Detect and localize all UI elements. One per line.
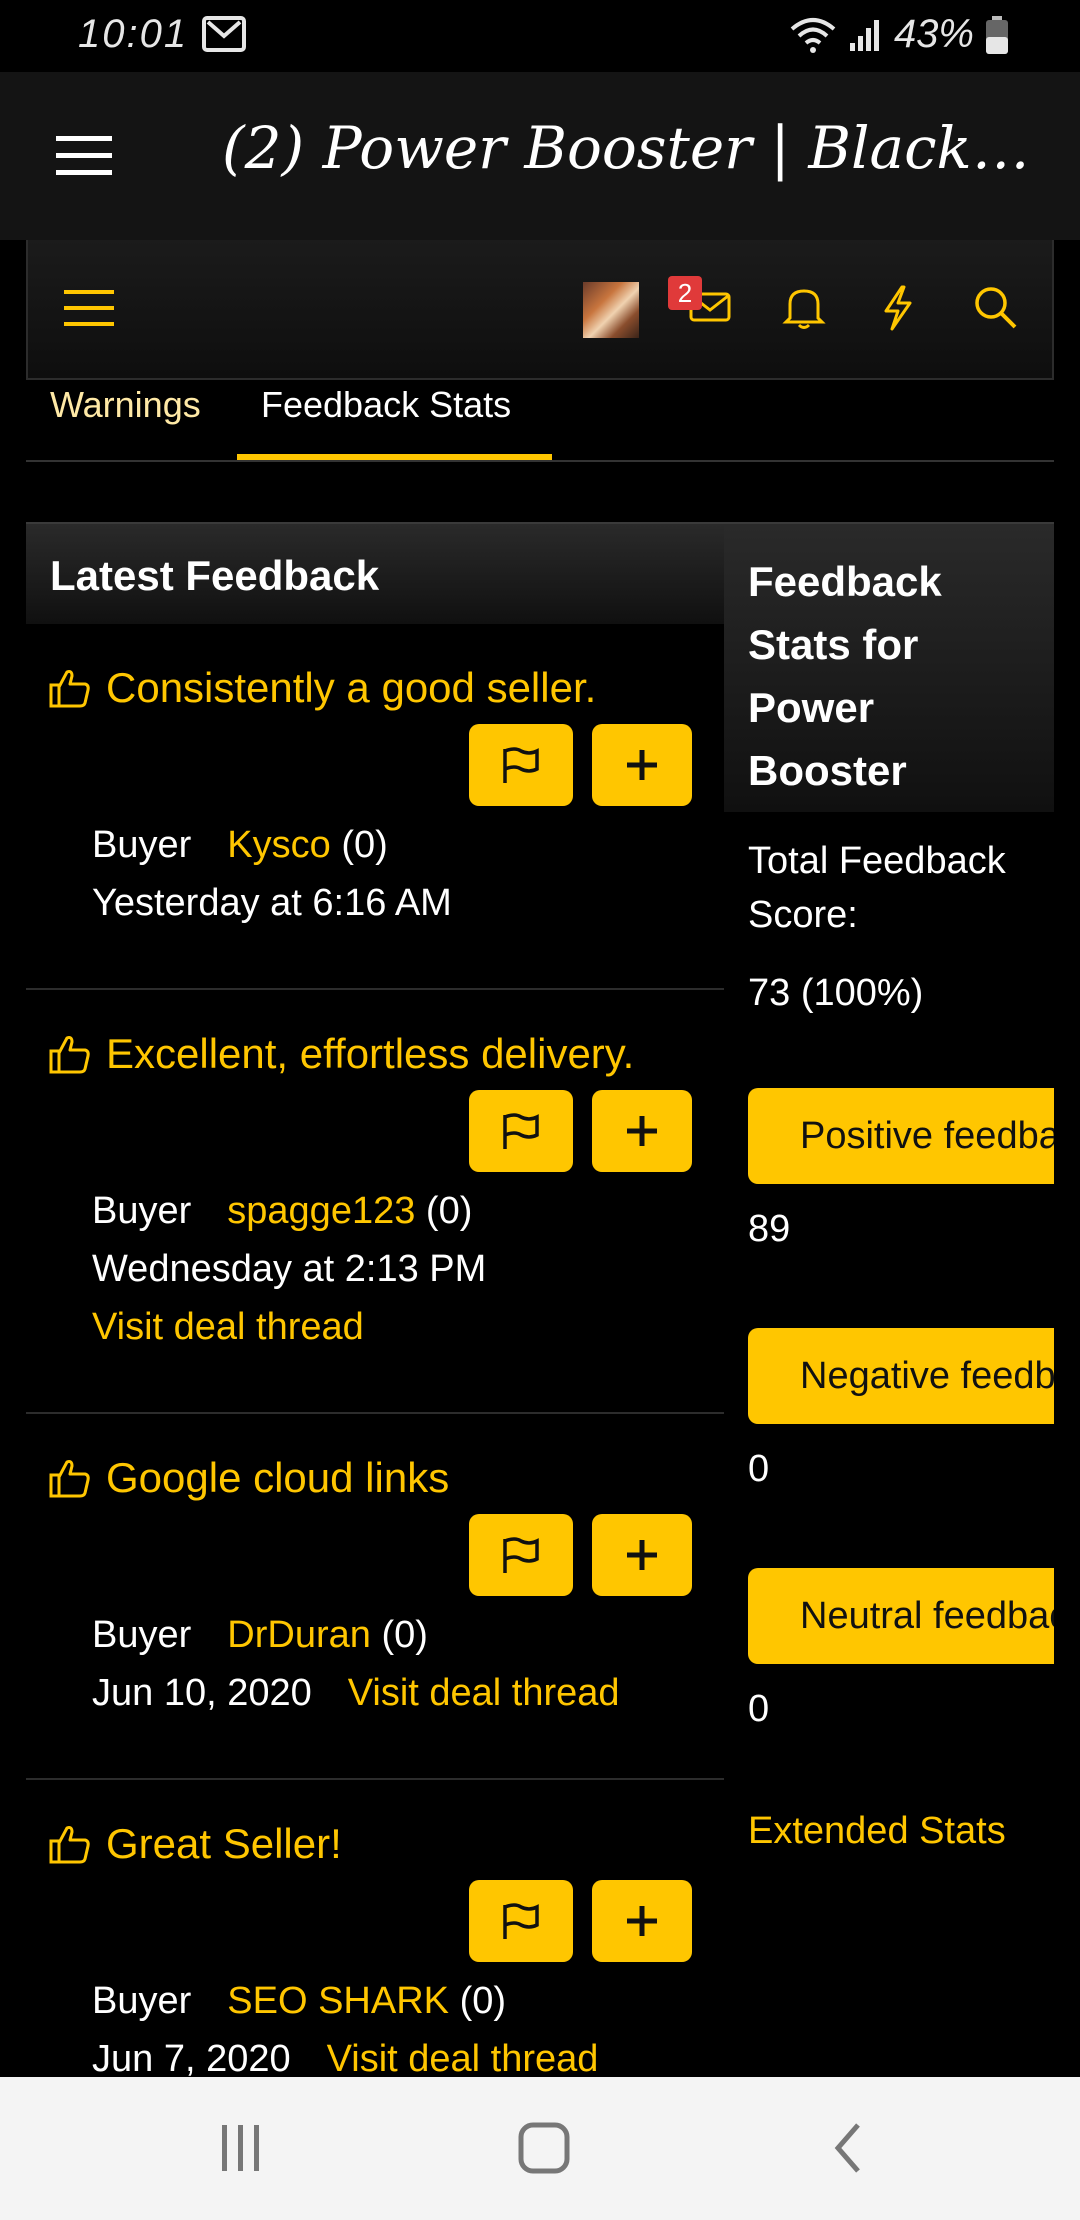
search-icon[interactable] [972, 284, 1018, 330]
recent-apps-icon[interactable] [216, 2117, 266, 2177]
feedback-stats-panel: Feedback Stats for Power Booster Total F… [724, 522, 1054, 2077]
feedback-user-score: (0) [341, 824, 388, 866]
thumbs-up-icon [49, 670, 90, 708]
report-button[interactable] [469, 724, 573, 806]
add-button[interactable] [592, 724, 692, 806]
gmail-notification-icon [202, 16, 246, 52]
add-button[interactable] [592, 1880, 692, 1962]
avatar[interactable] [583, 282, 639, 338]
negative-feedback-button[interactable]: Negative feedback [748, 1328, 1054, 1424]
feedback-meta: Buyer SEO SHARK (0) [92, 1980, 506, 2023]
report-button[interactable] [469, 1514, 573, 1596]
signal-icon [849, 19, 879, 51]
tab-feedback-stats[interactable]: Feedback Stats [237, 380, 552, 460]
bell-icon[interactable] [782, 284, 826, 332]
deal-thread-link-text[interactable]: Visit deal thread [92, 1306, 364, 1348]
battery-percent: 43% [893, 12, 974, 56]
feedback-user-score: (0) [381, 1614, 428, 1656]
feedback-role: Buyer [92, 1614, 192, 1656]
total-feedback-value: 73 (100%) [748, 972, 924, 1014]
status-right: 43% [788, 12, 1010, 57]
negative-feedback-value: 0 [748, 1448, 770, 1490]
flag-icon [503, 1903, 539, 1939]
feedback-date: Wednesday at 2:13 PM [92, 1248, 487, 1290]
lightning-icon[interactable] [880, 284, 916, 332]
feedback-item: Excellent, effortless delivery. Buyer spa… [26, 990, 724, 1414]
total-feedback-label: Total Feedback Score: [748, 840, 1006, 936]
flag-icon [503, 747, 539, 783]
positive-feedback-button[interactable]: Positive feedback [748, 1088, 1054, 1184]
tab-warnings[interactable]: Warnings [26, 380, 225, 460]
back-icon[interactable] [826, 2117, 870, 2177]
feedback-user-score: (0) [459, 1980, 507, 2022]
feedback-role: Buyer [92, 824, 192, 866]
neutral-feedback-button[interactable]: Neutral feedback [748, 1568, 1054, 1664]
add-button[interactable] [592, 1090, 692, 1172]
feedback-date-line: Jun 7, 2020 Visit deal thread [92, 2038, 598, 2077]
deal-thread-link[interactable]: Visit deal thread [348, 1672, 620, 1714]
feedback-stats-heading: Feedback Stats for Power Booster [724, 522, 1054, 812]
home-icon[interactable] [516, 2117, 572, 2177]
feedback-date-line: Jun 10, 2020 Visit deal thread [92, 1672, 620, 1715]
feedback-user-link[interactable]: spagge123 [227, 1190, 415, 1232]
feedback-date: Yesterday at 6:16 AM [92, 882, 452, 924]
feedback-user-link[interactable]: SEO SHARK [227, 1980, 449, 2022]
report-button[interactable] [469, 1880, 573, 1962]
neutral-feedback-value: 0 [748, 1688, 770, 1730]
feedback-meta: Buyer Kysco (0) [92, 824, 388, 867]
status-time: 10:01 [78, 12, 189, 56]
app-bar: (2) Power Booster | BlackHat... [0, 72, 1080, 240]
thumbs-up-icon [49, 1036, 90, 1074]
site-header: 2 [26, 240, 1054, 380]
plus-icon [627, 1540, 657, 1570]
latest-feedback-panel: Latest Feedback Consistently a good sell… [26, 522, 724, 2077]
feedback-title-text: Excellent, effortless delivery. [106, 1030, 635, 1077]
deal-thread-link[interactable]: Visit deal thread [327, 2038, 599, 2077]
plus-icon [627, 1116, 657, 1146]
system-nav-bar [0, 2077, 1080, 2220]
feedback-role: Buyer [92, 1980, 192, 2022]
feedback-user-score: (0) [425, 1190, 473, 1232]
feedback-meta: Buyer DrDuran (0) [92, 1614, 428, 1657]
feedback-role: Buyer [92, 1190, 192, 1232]
flag-icon [503, 1113, 539, 1149]
plus-icon [627, 1906, 657, 1936]
feedback-title[interactable]: Google cloud links [48, 1454, 449, 1502]
thumbs-up-icon [49, 1460, 90, 1498]
hamburger-menu-icon[interactable] [54, 132, 114, 180]
feedback-meta: Buyer spagge123 (0) [92, 1190, 472, 1233]
feedback-user-link[interactable]: Kysco [227, 824, 330, 866]
deal-thread-link[interactable]: Visit deal thread [92, 1306, 364, 1349]
flag-icon [503, 1537, 539, 1573]
feedback-item: Google cloud links Buyer DrDuran (0) Jun … [26, 1414, 724, 1780]
thumbs-up-icon [49, 1826, 90, 1864]
battery-icon [986, 15, 1008, 54]
positive-feedback-label: Positive feedback [800, 1114, 1054, 1157]
feedback-item: Consistently a good seller. Buyer Kysco (… [26, 624, 724, 990]
extended-stats-link[interactable]: Extended Stats [748, 1810, 1006, 1853]
feedback-title-text: Consistently a good seller. [106, 664, 597, 711]
plus-icon [627, 750, 657, 780]
feedback-title-text: Great Seller! [106, 1820, 342, 1867]
feedback-title[interactable]: Consistently a good seller. [48, 664, 596, 712]
feedback-user-link[interactable]: DrDuran [227, 1614, 371, 1656]
feedback-title[interactable]: Excellent, effortless delivery. [48, 1030, 634, 1078]
report-button[interactable] [469, 1090, 573, 1172]
add-button[interactable] [592, 1514, 692, 1596]
inbox-count-badge: 2 [668, 276, 702, 310]
feedback-title[interactable]: Great Seller! [48, 1820, 342, 1868]
feedback-date: Jun 10, 2020 [92, 1672, 312, 1714]
status-bar: 10:01 43% [0, 0, 1080, 72]
wifi-icon [790, 17, 836, 53]
positive-feedback-value: 89 [748, 1208, 791, 1250]
feedback-title-text: Google cloud links [106, 1454, 450, 1501]
latest-feedback-heading: Latest Feedback [26, 522, 724, 624]
negative-feedback-label: Negative feedback [800, 1354, 1054, 1397]
feedback-date: Jun 7, 2020 [92, 2038, 291, 2077]
tabs: Warnings Feedback Stats [26, 380, 1054, 462]
feedback-item: Great Seller! Buyer SEO SHARK (0) Jun 7, … [26, 1780, 724, 2077]
neutral-feedback-label: Neutral feedback [800, 1594, 1054, 1637]
page-title: (2) Power Booster | BlackHat... [222, 114, 1032, 182]
site-menu-icon[interactable] [64, 288, 114, 328]
